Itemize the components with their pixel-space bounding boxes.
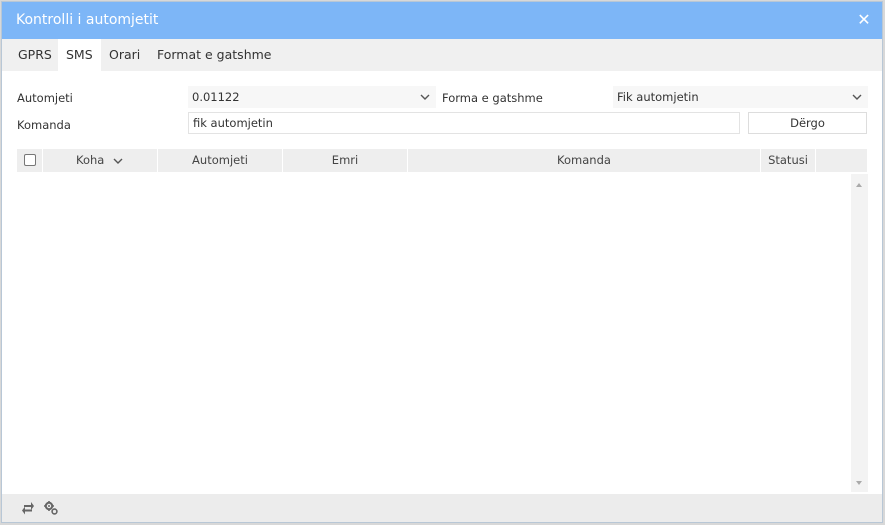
chevron-down-icon [420, 94, 430, 100]
chevron-down-icon [852, 94, 862, 100]
tab-format-e-gatshme[interactable]: Format e gatshme [149, 39, 279, 71]
vehicle-control-dialog: Kontrolli i automjetit ✕ GPRS SMS Orari … [1, 1, 883, 523]
grid-scrollbar[interactable] [851, 174, 868, 492]
chevron-down-icon [113, 158, 123, 164]
vehicle-select-value: 0.01122 [192, 90, 240, 104]
column-komanda[interactable]: Komanda [408, 149, 761, 172]
column-koha-label: Koha [76, 153, 105, 167]
template-label: Forma e gatshme [442, 91, 543, 105]
send-button[interactable]: Dërgo [748, 112, 867, 134]
template-select[interactable]: Fik automjetin [613, 86, 868, 108]
dialog-title: Kontrolli i automjetit [16, 12, 159, 28]
scroll-down-icon[interactable] [855, 479, 863, 487]
command-label: Komanda [17, 118, 71, 132]
refresh-icon[interactable] [20, 500, 36, 516]
title-bar: Kontrolli i automjetit ✕ [2, 2, 882, 39]
select-all-cell [17, 149, 43, 172]
vehicle-label: Automjeti [17, 91, 73, 105]
template-select-value: Fik automjetin [617, 90, 699, 104]
footer-toolbar [2, 494, 882, 522]
tab-gprs[interactable]: GPRS [10, 39, 60, 71]
column-automjeti[interactable]: Automjeti [158, 149, 283, 172]
tab-bar: GPRS SMS Orari Format e gatshme [2, 39, 882, 71]
settings-gear-icon[interactable] [43, 500, 59, 516]
column-emri[interactable]: Emri [283, 149, 408, 172]
grid-body [17, 174, 851, 492]
column-statusi[interactable]: Statusi [761, 149, 816, 172]
scroll-up-icon[interactable] [855, 181, 863, 189]
tab-sms[interactable]: SMS [58, 39, 101, 71]
grid-header: Koha Automjeti Emri Komanda Statusi [17, 149, 867, 172]
vehicle-select[interactable]: 0.01122 [188, 86, 436, 108]
select-all-checkbox[interactable] [24, 154, 36, 166]
tab-orari[interactable]: Orari [101, 39, 148, 71]
column-koha[interactable]: Koha [43, 149, 158, 172]
close-icon[interactable]: ✕ [854, 10, 874, 30]
command-input[interactable] [188, 112, 740, 134]
